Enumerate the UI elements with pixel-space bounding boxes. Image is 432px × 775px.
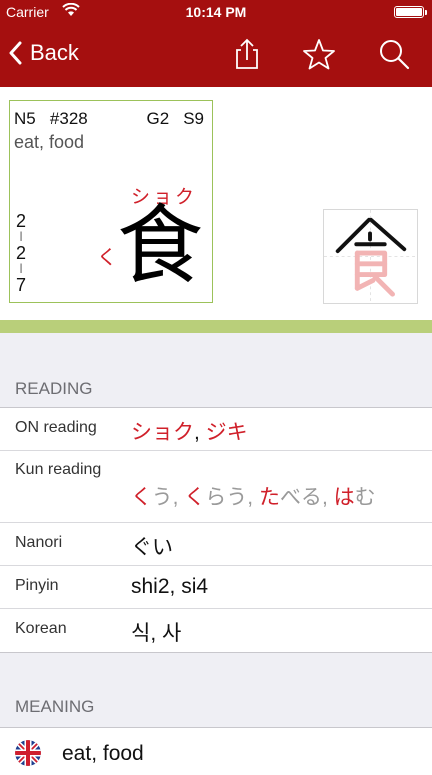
- jlpt-level: N5: [14, 109, 36, 128]
- freq-digit: 2: [15, 211, 26, 231]
- on-reading-value: ショク, ジキ: [131, 421, 248, 444]
- kanji-number: #328: [49, 109, 88, 128]
- grade-strokes: G2 S9: [147, 109, 204, 129]
- stroke-order-preview[interactable]: [323, 209, 418, 304]
- back-label: Back: [30, 40, 79, 65]
- nav-bar: Back: [0, 24, 432, 87]
- chevron-left-icon: [9, 41, 22, 65]
- status-time: 10:14 PM: [185, 4, 247, 20]
- row-label: Korean: [15, 620, 67, 637]
- grade-label: G2: [146, 109, 170, 128]
- battery-icon: [394, 6, 424, 18]
- stroke-count-label: S9: [183, 109, 204, 128]
- battery-tip: [425, 10, 427, 15]
- card-kun-reading: く: [97, 247, 117, 269]
- star-icon[interactable]: [302, 37, 336, 71]
- nanori-value: ぐい: [131, 536, 173, 559]
- kanji-character: 食: [117, 198, 203, 294]
- row-label: Nanori: [15, 534, 63, 551]
- frequency-column: 2 | 2 | 7: [14, 211, 28, 295]
- reading-section: READING ON reading ショク, ジキ Kun reading く…: [0, 333, 432, 727]
- freq-separator: |: [19, 231, 23, 242]
- status-bar: Carrier 10:14 PM: [0, 0, 432, 24]
- row-pinyin[interactable]: Pinyin shi2, si4: [0, 566, 432, 609]
- accent-divider: [0, 320, 432, 333]
- row-label: Kun reading: [15, 461, 102, 478]
- card-header-row: N5 #328 G2 S9: [14, 109, 208, 129]
- meaning-row[interactable]: eat, food: [0, 727, 432, 775]
- kanji-card[interactable]: N5 #328 G2 S9 eat, food ショク く 食 2 | 2 | 7: [9, 100, 213, 303]
- freq-digit: 7: [15, 275, 26, 295]
- search-icon[interactable]: [377, 37, 411, 71]
- section-header-reading: READING: [15, 379, 93, 398]
- top-bar: Carrier 10:14 PM Back: [0, 0, 432, 87]
- row-kun-reading[interactable]: Kun reading くう, くらう, たべる, はむ: [0, 451, 432, 523]
- row-nanori[interactable]: Nanori ぐい: [0, 523, 432, 566]
- share-icon[interactable]: [230, 37, 264, 71]
- pinyin-value: shi2, si4: [131, 575, 209, 598]
- card-meaning: eat, food: [14, 132, 85, 152]
- uk-flag-icon: [15, 740, 41, 766]
- freq-digit: 2: [15, 243, 26, 263]
- row-label: Pinyin: [15, 577, 59, 594]
- row-label: ON reading: [15, 419, 97, 436]
- section-header-meaning: MEANING: [15, 697, 95, 716]
- korean-value: 식, 사: [131, 622, 182, 645]
- back-button[interactable]: Back: [8, 40, 79, 66]
- freq-separator: |: [19, 263, 23, 274]
- reading-table: ON reading ショク, ジキ Kun reading くう, くらう, …: [0, 407, 432, 653]
- kun-reading-value: くう, くらう, たべる, はむ: [131, 486, 376, 509]
- row-korean[interactable]: Korean 식, 사: [0, 609, 432, 651]
- row-on-reading[interactable]: ON reading ショク, ジキ: [0, 408, 432, 451]
- meaning-text: eat, food: [62, 742, 144, 765]
